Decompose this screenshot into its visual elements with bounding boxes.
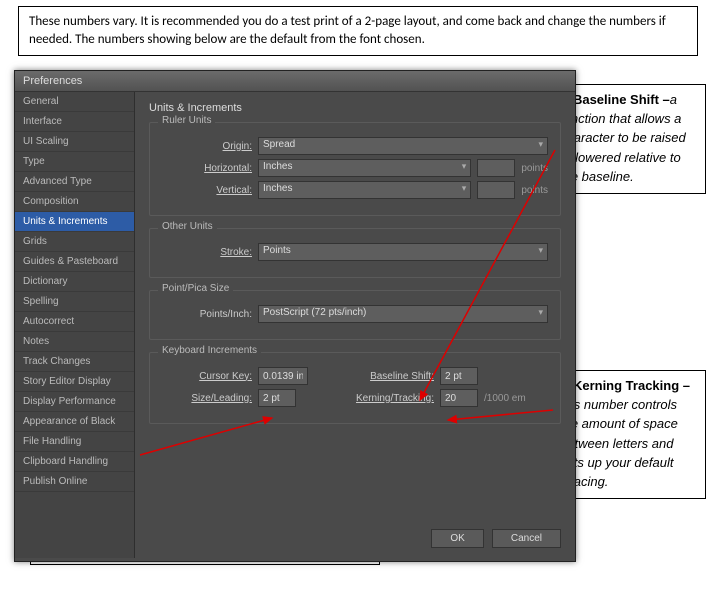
sidebar-item-type[interactable]: Type bbox=[15, 152, 134, 172]
group-other-units: Other Units Stroke:Points bbox=[149, 228, 561, 278]
baseline-shift-input[interactable] bbox=[440, 367, 478, 385]
unit-label: points bbox=[521, 163, 548, 174]
note-body: this number controls the amount of space… bbox=[560, 397, 678, 489]
points-inch-select[interactable]: PostScript (72 pts/inch) bbox=[258, 305, 548, 323]
note-label: Kerning Tracking – bbox=[573, 378, 690, 393]
sidebar-item-composition[interactable]: Composition bbox=[15, 192, 134, 212]
baseline-shift-label: Baseline Shift: bbox=[334, 371, 434, 382]
horizontal-select[interactable]: Inches bbox=[258, 159, 471, 177]
group-ruler-units: Ruler Units Origin:Spread Horizontal:Inc… bbox=[149, 122, 561, 216]
preferences-dialog: Preferences GeneralInterfaceUI ScalingTy… bbox=[14, 70, 576, 562]
horizontal-points-input[interactable] bbox=[477, 159, 515, 177]
sidebar-item-interface[interactable]: Interface bbox=[15, 112, 134, 132]
note-label: Baseline Shift – bbox=[573, 92, 670, 107]
panel-title: Units & Increments bbox=[149, 102, 561, 114]
sidebar-item-units-increments[interactable]: Units & Increments bbox=[15, 212, 134, 232]
stroke-select[interactable]: Points bbox=[258, 243, 548, 261]
cancel-button[interactable]: Cancel bbox=[492, 529, 561, 548]
group-title: Ruler Units bbox=[158, 115, 215, 126]
origin-label: Origin: bbox=[162, 141, 252, 152]
ok-button[interactable]: OK bbox=[431, 529, 483, 548]
points-inch-label: Points/Inch: bbox=[162, 309, 252, 320]
unit-label: points bbox=[521, 185, 548, 196]
kerning-tracking-input[interactable] bbox=[440, 389, 478, 407]
note-top: These numbers vary. It is recommended yo… bbox=[18, 6, 698, 56]
group-title: Keyboard Increments bbox=[158, 345, 261, 356]
sidebar-item-spelling[interactable]: Spelling bbox=[15, 292, 134, 312]
sidebar: GeneralInterfaceUI ScalingTypeAdvanced T… bbox=[15, 92, 135, 558]
size-leading-input[interactable] bbox=[258, 389, 296, 407]
sidebar-item-ui-scaling[interactable]: UI Scaling bbox=[15, 132, 134, 152]
group-title: Other Units bbox=[158, 221, 217, 232]
sidebar-item-general[interactable]: General bbox=[15, 92, 134, 112]
sidebar-item-guides-pasteboard[interactable]: Guides & Pasteboard bbox=[15, 252, 134, 272]
size-leading-label: Size/Leading: bbox=[162, 393, 252, 404]
sidebar-item-display-performance[interactable]: Display Performance bbox=[15, 392, 134, 412]
sidebar-item-publish-online[interactable]: Publish Online bbox=[15, 472, 134, 492]
vertical-select[interactable]: Inches bbox=[258, 181, 471, 199]
sidebar-item-advanced-type[interactable]: Advanced Type bbox=[15, 172, 134, 192]
sidebar-item-notes[interactable]: Notes bbox=[15, 332, 134, 352]
sidebar-item-story-editor-display[interactable]: Story Editor Display bbox=[15, 372, 134, 392]
vertical-points-input[interactable] bbox=[477, 181, 515, 199]
stroke-label: Stroke: bbox=[162, 247, 252, 258]
origin-select[interactable]: Spread bbox=[258, 137, 548, 155]
sidebar-item-appearance-of-black[interactable]: Appearance of Black bbox=[15, 412, 134, 432]
horizontal-label: Horizontal: bbox=[162, 163, 252, 174]
cursor-key-input[interactable] bbox=[258, 367, 308, 385]
panel-units-increments: Units & Increments Ruler Units Origin: Sp… bbox=[135, 92, 575, 558]
dialog-title: Preferences bbox=[15, 71, 575, 92]
sidebar-item-track-changes[interactable]: Track Changes bbox=[15, 352, 134, 372]
vertical-label: Vertical: bbox=[162, 185, 252, 196]
sidebar-item-autocorrect[interactable]: Autocorrect bbox=[15, 312, 134, 332]
group-keyboard-increments: Keyboard Increments Cursor Key: Baseline… bbox=[149, 352, 561, 424]
sidebar-item-dictionary[interactable]: Dictionary bbox=[15, 272, 134, 292]
unit-label: /1000 em bbox=[484, 393, 526, 404]
sidebar-item-clipboard-handling[interactable]: Clipboard Handling bbox=[15, 452, 134, 472]
group-point-pica: Point/Pica Size Points/Inch:PostScript (… bbox=[149, 290, 561, 340]
group-title: Point/Pica Size bbox=[158, 283, 233, 294]
sidebar-item-grids[interactable]: Grids bbox=[15, 232, 134, 252]
sidebar-item-file-handling[interactable]: File Handling bbox=[15, 432, 134, 452]
cursor-key-label: Cursor Key: bbox=[162, 371, 252, 382]
kerning-tracking-label: Kerning/Tracking: bbox=[322, 393, 434, 404]
